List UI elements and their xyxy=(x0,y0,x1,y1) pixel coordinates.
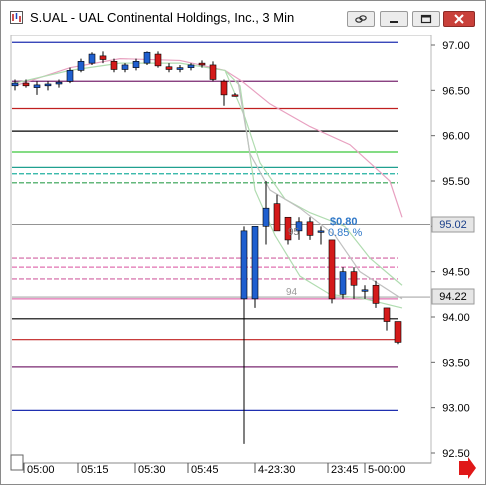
candle-body xyxy=(99,55,107,60)
close-button[interactable] xyxy=(443,11,475,27)
y-axis: 97.0096.5096.0095.5095.0094.5094.0093.50… xyxy=(431,40,470,460)
candle-body xyxy=(328,239,336,300)
candle-body xyxy=(383,307,391,322)
candle-body xyxy=(66,70,74,82)
candle-body xyxy=(187,64,195,68)
y-tick-label: 96.50 xyxy=(442,85,470,97)
minimize-icon xyxy=(390,21,398,23)
candle-body xyxy=(240,230,248,300)
y-tick-label: 94.50 xyxy=(442,267,470,279)
candle-body xyxy=(88,53,96,64)
minimize-button[interactable] xyxy=(380,11,408,27)
x-tick-label: 05:15 xyxy=(81,464,109,476)
price-tag-current-label: 95.02 xyxy=(439,219,467,231)
candle-body xyxy=(176,67,184,70)
candle-body xyxy=(251,226,259,300)
chart-app-icon xyxy=(10,11,23,24)
scroll-handle[interactable] xyxy=(10,454,24,471)
candle-body xyxy=(143,51,151,64)
candle-body xyxy=(11,82,19,87)
candle-body xyxy=(273,203,281,232)
candle-body xyxy=(361,289,369,292)
candle-body xyxy=(132,61,140,68)
x-tick-label: 5-00:00 xyxy=(368,464,405,476)
x-tick-label: 05:30 xyxy=(138,464,166,476)
price-tag-current: 95.02 xyxy=(431,216,475,233)
annotation-94: 94 xyxy=(286,287,298,298)
candle-body xyxy=(339,271,347,295)
x-tick-label: 23:45 xyxy=(331,464,359,476)
chart-area[interactable]: 95 94 $0.80 0.85 % 97.00 96.50 96.00 95.50 9… xyxy=(10,34,476,479)
annotation-95: 95 xyxy=(288,227,300,238)
candle-body xyxy=(306,221,314,236)
x-axis: 05:00 05:15 05:30 05:45 4-23:30 23:45 5-00:00 xyxy=(11,462,431,476)
link-icon xyxy=(355,15,367,23)
y-tick-label: 95.50 xyxy=(442,176,470,188)
candle-body xyxy=(110,61,118,70)
maximize-icon xyxy=(420,14,432,24)
x-tick-label: 4-23:30 xyxy=(258,464,295,476)
candle-body xyxy=(394,321,402,343)
candle-body xyxy=(231,94,239,97)
price-chart[interactable]: 95 94 $0.80 0.85 % 97.0096.5096.0095.509… xyxy=(10,34,476,479)
title-bar[interactable]: S.UAL - UAL Continental Holdings, Inc., … xyxy=(1,1,485,35)
candle-body xyxy=(209,64,217,80)
x-tick-label: 05:00 xyxy=(27,464,55,476)
window-title: S.UAL - UAL Continental Holdings, Inc., … xyxy=(30,10,295,25)
candle-body xyxy=(198,62,206,66)
price-tag-secondary-label: 94.22 xyxy=(439,291,467,303)
candle-body xyxy=(220,80,228,96)
price-tag-secondary: 94.22 xyxy=(431,288,475,305)
change-percent: 0.85 % xyxy=(328,227,362,239)
chart-window: S.UAL - UAL Continental Holdings, Inc., … xyxy=(0,0,486,485)
candle-body xyxy=(22,82,30,87)
candle-body xyxy=(317,230,325,233)
y-tick-label: 93.00 xyxy=(442,403,470,415)
candle-body xyxy=(154,53,162,67)
link-button[interactable] xyxy=(347,11,375,27)
y-tick-label: 94.00 xyxy=(442,312,470,324)
candle-body xyxy=(165,66,173,70)
y-tick-label: 97.00 xyxy=(442,40,470,52)
y-tick-label: 96.00 xyxy=(442,131,470,143)
candle-body xyxy=(55,81,63,85)
y-tick-label: 92.50 xyxy=(442,448,470,460)
candle-body xyxy=(262,207,270,227)
candle-body xyxy=(121,64,129,70)
plot-frame xyxy=(10,34,432,464)
scroll-right-arrow-icon[interactable] xyxy=(459,457,476,479)
x-tick-label: 05:45 xyxy=(191,464,219,476)
close-icon xyxy=(454,14,464,24)
candle-body xyxy=(372,284,380,304)
candle-body xyxy=(33,84,41,88)
candle-body xyxy=(77,61,85,71)
candle-body xyxy=(350,271,358,286)
maximize-button[interactable] xyxy=(412,11,440,27)
y-tick-label: 93.50 xyxy=(442,357,470,369)
candle-body xyxy=(44,83,52,87)
